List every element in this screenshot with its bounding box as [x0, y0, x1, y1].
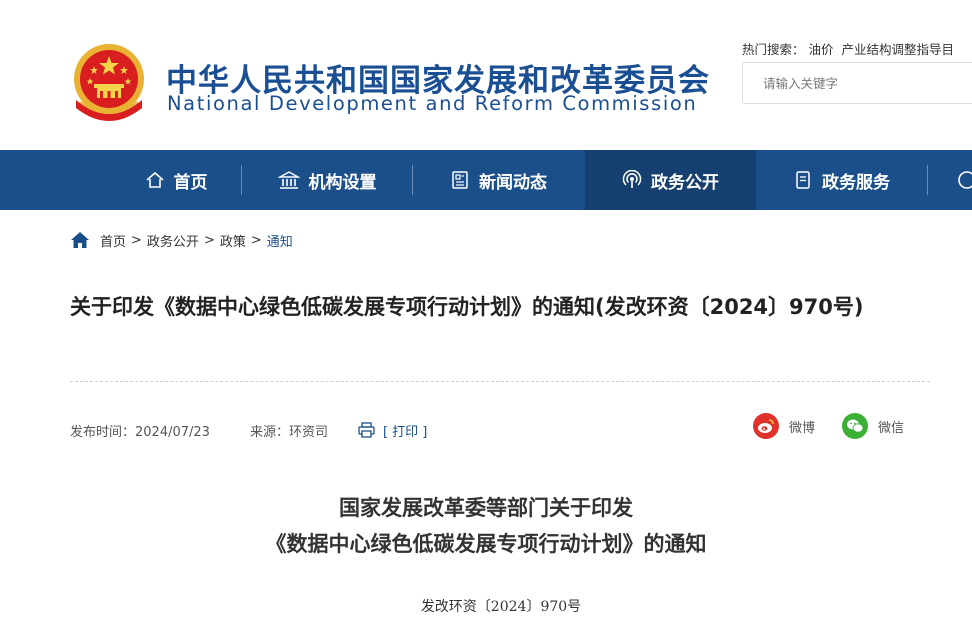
title-divider: [70, 381, 930, 382]
main-nav: 首页 机构设置 新闻动态 政务公开 政务服务: [0, 150, 972, 210]
article-source: 来源：环资司: [249, 424, 328, 440]
share-wechat-label: 微信: [878, 420, 905, 436]
nav-item-label: 政务公开: [651, 172, 719, 193]
print-label: [ 打印 ]: [382, 424, 428, 440]
breadcrumb-separator: >: [203, 232, 215, 248]
print-button[interactable]: [ 打印 ]: [358, 421, 427, 440]
document-heading: 国家发展改革委等部门关于印发 《数据中心绿色低碳发展专项行动计划》的通知: [0, 490, 972, 562]
building-icon: [277, 171, 300, 189]
share-weibo-label: 微博: [789, 420, 816, 436]
document-icon: [796, 171, 810, 189]
document-heading-line: 《数据中心绿色低碳发展专项行动计划》的通知: [265, 532, 707, 556]
home-icon[interactable]: [70, 231, 90, 249]
hot-search-item[interactable]: 产业结构调整指导目: [842, 42, 955, 57]
breadcrumb-separator: >: [250, 232, 262, 248]
broadcast-icon: [622, 170, 642, 188]
nav-item-more[interactable]: [957, 170, 972, 190]
breadcrumb-separator: >: [131, 232, 142, 248]
nav-item-label: 机构设置: [308, 172, 377, 193]
breadcrumb-link-notice[interactable]: 通知: [267, 231, 293, 250]
home-icon: [145, 171, 164, 188]
weibo-icon: [753, 413, 779, 439]
site-header: 中华人民共和国国家发展和改革委员会 National Development a…: [0, 0, 972, 150]
hot-search-label: 热门搜索：: [742, 42, 805, 57]
site-name-en[interactable]: National Development and Reform Commissi…: [167, 92, 697, 115]
national-emblem-logo[interactable]: [70, 42, 148, 124]
article-meta: 发布时间：2024/07/23 来源：环资司 [ 打印 ]: [70, 420, 427, 440]
breadcrumb-link-home[interactable]: 首页: [100, 231, 126, 250]
publish-time: 发布时间：2024/07/23: [70, 424, 210, 440]
search-box: [742, 62, 972, 104]
breadcrumb: 首页 > 政务公开 > 政策 > 通知: [70, 230, 293, 250]
nav-item-government-services[interactable]: 政务服务: [756, 150, 927, 210]
nav-item-government-affairs[interactable]: 政务公开: [585, 150, 756, 210]
search-input[interactable]: [743, 63, 972, 103]
document-heading-line: 国家发展改革委等部门关于印发: [339, 496, 633, 520]
share-wechat-button[interactable]: 微信: [842, 412, 904, 440]
article-title: 关于印发《数据中心绿色低碳发展专项行动计划》的通知(发改环资〔2024〕970号…: [70, 295, 864, 319]
clock-icon: [958, 171, 972, 189]
wechat-icon: [842, 413, 868, 439]
share-weibo-button[interactable]: 微博: [753, 412, 815, 440]
nav-item-label: 首页: [173, 172, 208, 193]
printer-icon: [358, 422, 375, 438]
breadcrumb-link-government-affairs[interactable]: 政务公开: [147, 231, 199, 250]
nav-item-news[interactable]: 新闻动态: [413, 150, 584, 210]
nav-divider: [927, 165, 928, 195]
nav-item-label: 政务服务: [822, 172, 890, 193]
document-number: 发改环资〔2024〕970号: [420, 599, 582, 615]
breadcrumb-link-policy[interactable]: 政策: [220, 231, 246, 250]
hot-search: 热门搜索： 油价 产业结构调整指导目: [742, 39, 962, 58]
hot-search-item[interactable]: 油价: [809, 42, 834, 57]
nav-item-organization[interactable]: 机构设置: [242, 150, 412, 210]
nav-item-label: 新闻动态: [479, 172, 547, 193]
nav-item-home[interactable]: 首页: [112, 150, 240, 210]
newspaper-icon: [452, 171, 468, 189]
